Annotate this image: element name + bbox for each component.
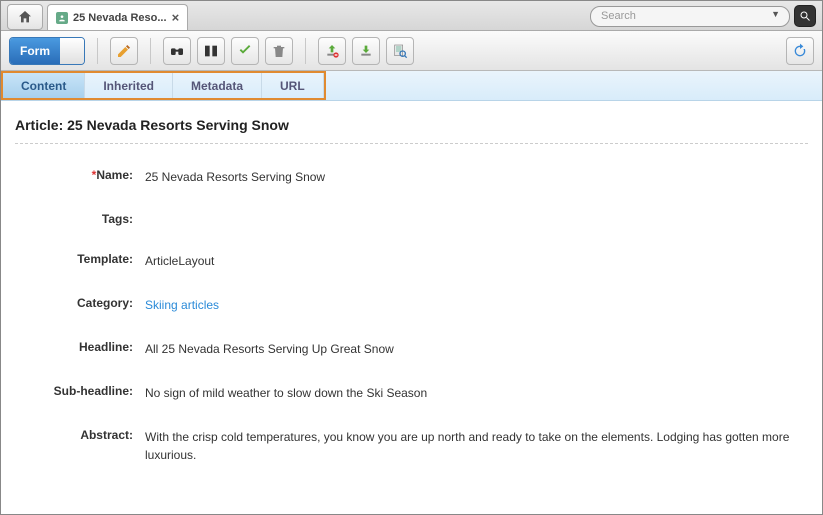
- field-label-template: Template:: [15, 252, 145, 266]
- field-value-headline: All 25 Nevada Resorts Serving Up Great S…: [145, 340, 808, 358]
- delete-button[interactable]: [265, 37, 293, 65]
- toolbar: Form: [1, 31, 822, 71]
- check-icon: [237, 43, 253, 59]
- form-toggle[interactable]: Form: [9, 37, 85, 65]
- refresh-icon: [792, 43, 808, 59]
- article-prefix: Article:: [15, 117, 67, 133]
- pencil-icon: [116, 43, 132, 59]
- approve-button[interactable]: [231, 37, 259, 65]
- field-value-template: ArticleLayout: [145, 252, 808, 270]
- home-button[interactable]: [7, 4, 43, 30]
- field-subheadline: Sub-headline: No sign of mild weather to…: [15, 384, 808, 402]
- document-tab[interactable]: 25 Nevada Reso... ×: [47, 4, 188, 30]
- preview-button[interactable]: [386, 37, 414, 65]
- field-label-subheadline: Sub-headline:: [15, 384, 145, 398]
- upload-remove-button[interactable]: [318, 37, 346, 65]
- article-name: 25 Nevada Resorts Serving Snow: [67, 117, 289, 133]
- top-bar: 25 Nevada Reso... × ▼: [1, 1, 822, 31]
- tab-metadata[interactable]: Metadata: [173, 73, 262, 98]
- separator: [97, 38, 98, 64]
- upload-remove-icon: [324, 43, 340, 59]
- field-value-name: 25 Nevada Resorts Serving Snow: [145, 168, 808, 186]
- search-area: ▼: [590, 5, 822, 30]
- field-value-abstract: With the crisp cold temperatures, you kn…: [145, 428, 808, 464]
- refresh-button[interactable]: [786, 37, 814, 65]
- form-toggle-alt: [60, 38, 84, 64]
- field-template: Template: ArticleLayout: [15, 252, 808, 270]
- field-value-subheadline: No sign of mild weather to slow down the…: [145, 384, 808, 402]
- user-icon: [56, 12, 68, 24]
- home-icon: [17, 9, 33, 25]
- field-abstract: Abstract: With the crisp cold temperatur…: [15, 428, 808, 464]
- sub-tabs-highlight: Content Inherited Metadata URL: [1, 71, 326, 100]
- binoculars-icon: [169, 43, 185, 59]
- search-input[interactable]: [590, 6, 790, 27]
- page-search-icon: [392, 43, 408, 59]
- field-label-tags: Tags:: [15, 212, 145, 226]
- search-icon: [799, 10, 811, 22]
- field-category: Category: Skiing articles: [15, 296, 808, 314]
- tab-content[interactable]: Content: [3, 73, 85, 98]
- compare-button[interactable]: [197, 37, 225, 65]
- content-panel: Article: 25 Nevada Resorts Serving Snow …: [1, 101, 822, 514]
- tab-inherited[interactable]: Inherited: [85, 73, 173, 98]
- field-name: *Name: 25 Nevada Resorts Serving Snow: [15, 168, 808, 186]
- field-value-category[interactable]: Skiing articles: [145, 296, 808, 314]
- close-icon[interactable]: ×: [172, 10, 180, 25]
- trash-icon: [271, 43, 287, 59]
- field-headline: Headline: All 25 Nevada Resorts Serving …: [15, 340, 808, 358]
- tab-title: 25 Nevada Reso...: [73, 12, 167, 24]
- separator: [305, 38, 306, 64]
- divider: [15, 143, 808, 144]
- field-label-category: Category:: [15, 296, 145, 310]
- find-button[interactable]: [163, 37, 191, 65]
- field-tags: Tags:: [15, 212, 808, 226]
- sub-tabs: Content Inherited Metadata URL: [1, 71, 822, 101]
- download-icon: [358, 43, 374, 59]
- search-button[interactable]: [794, 5, 816, 27]
- field-label-name: *Name:: [15, 168, 145, 182]
- separator: [150, 38, 151, 64]
- tab-url[interactable]: URL: [262, 73, 324, 98]
- form-toggle-label: Form: [10, 38, 60, 64]
- download-button[interactable]: [352, 37, 380, 65]
- field-label-headline: Headline:: [15, 340, 145, 354]
- edit-button[interactable]: [110, 37, 138, 65]
- article-title: Article: 25 Nevada Resorts Serving Snow: [15, 117, 808, 133]
- field-label-abstract: Abstract:: [15, 428, 145, 442]
- compare-icon: [203, 43, 219, 59]
